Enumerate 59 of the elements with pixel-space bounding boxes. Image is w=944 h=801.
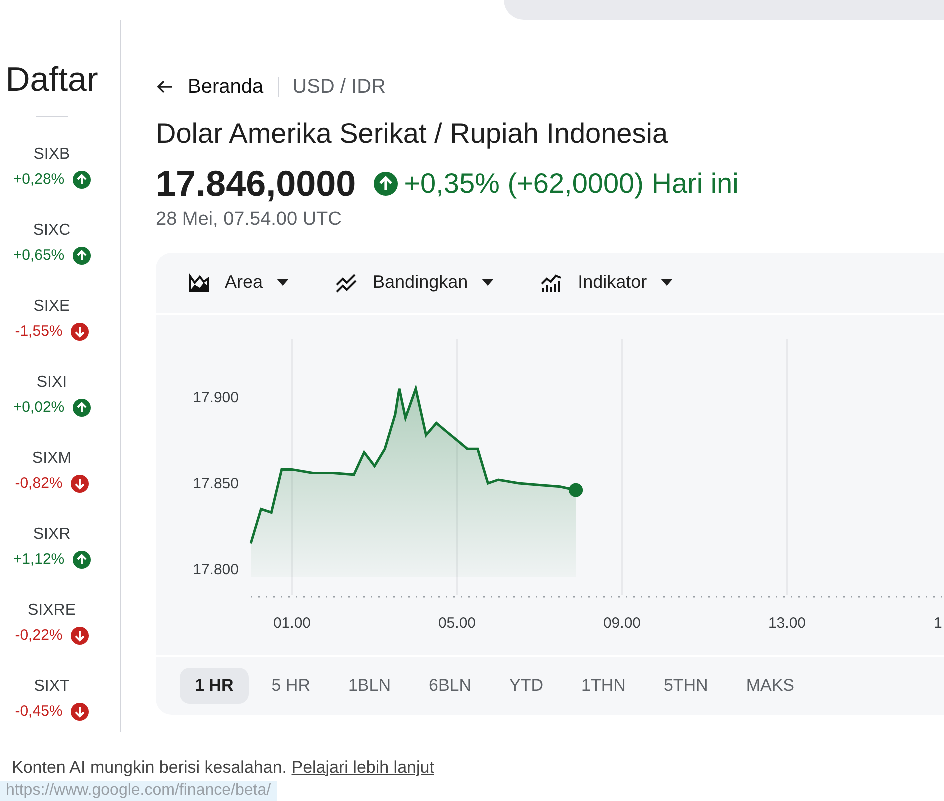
y-axis-label: 17.900 — [193, 388, 239, 406]
breadcrumb-current: USD / IDR — [292, 75, 386, 100]
range-tab[interactable]: 1 HR — [180, 668, 249, 704]
change-percent: +0,28% — [13, 171, 65, 189]
toolbar-dropdown[interactable]: Area — [187, 269, 290, 296]
y-axis-label: 17.850 — [193, 474, 239, 492]
timestamp: 28 Mei, 07.54.00 UTC — [156, 208, 343, 232]
x-axis-label: 13.00 — [768, 614, 806, 632]
range-tab[interactable]: 1THN — [566, 668, 641, 704]
watchlist-item[interactable]: SIXC +0,65% — [13, 221, 91, 265]
ticker-symbol: SIXC — [33, 221, 71, 241]
current-price: 17.846,0000 — [156, 164, 356, 204]
sidebar-title: Daftar — [6, 62, 100, 98]
ticker-symbol: SIXRE — [28, 601, 76, 621]
status-url-tooltip: https://www.google.com/finance/beta/ — [0, 781, 278, 801]
ticker-symbol: SIXT — [34, 677, 70, 697]
caret-icon — [661, 279, 674, 286]
watchlist-item[interactable]: SIXB +0,28% — [13, 145, 91, 189]
change-percent: -1,55% — [15, 323, 63, 341]
change-percent: +0,65% — [13, 247, 65, 265]
page-title: Dolar Amerika Serikat / Rupiah Indonesia — [156, 117, 670, 151]
range-tab[interactable]: 5THN — [648, 668, 724, 704]
learn-more-link[interactable]: Pelajari lebih lanjut — [292, 758, 434, 777]
toolbar-dropdown[interactable]: Bandingkan — [335, 269, 494, 296]
watchlist-item[interactable]: SIXE -1,55% — [13, 297, 91, 341]
change-percent: +0,02% — [13, 399, 65, 417]
ticker-symbol: SIXB — [34, 145, 70, 165]
toolbar-dropdown[interactable]: Indikator — [540, 269, 674, 296]
ticker-symbol: SIXE — [34, 297, 70, 317]
watchlist-item[interactable]: SIXRE -0,22% — [13, 601, 91, 645]
watchlist-item[interactable]: SIXR +1,12% — [13, 525, 91, 569]
caret-icon — [482, 279, 494, 286]
caret-icon — [277, 279, 290, 286]
current-price-dot — [569, 482, 584, 497]
price-change: +0,35% (+62,0000) Hari ini — [404, 167, 739, 201]
ticker-symbol: SIXI — [36, 373, 68, 393]
ticker-symbol: SIXR — [33, 525, 71, 545]
range-tab[interactable]: 5 HR — [256, 668, 326, 704]
x-axis-label: 1 — [934, 614, 942, 632]
back-arrow-icon[interactable] — [156, 78, 174, 96]
area-chart-icon — [187, 270, 211, 294]
range-tab[interactable]: YTD — [494, 668, 559, 704]
disclaimer: Konten AI mungkin berisi kesalahan. Pelajari lebih lanjut — [12, 758, 434, 778]
change-percent: -0,82% — [15, 475, 63, 493]
change-percent: -0,22% — [15, 627, 63, 645]
x-axis-label: 05.00 — [438, 614, 476, 632]
range-tab[interactable]: 6BLN — [414, 668, 487, 704]
y-axis-label: 17.800 — [193, 560, 239, 578]
watchlist-item[interactable]: SIXI +0,02% — [13, 373, 91, 417]
range-tab[interactable]: MAKS — [731, 668, 810, 704]
breadcrumb-link[interactable]: Beranda — [188, 72, 264, 102]
range-tab[interactable]: 1BLN — [333, 668, 406, 704]
ticker-symbol: SIXM — [32, 449, 72, 469]
watchlist-item[interactable]: SIXT -0,45% — [13, 677, 91, 721]
x-axis-label: 09.00 — [603, 614, 642, 632]
change-percent: -0,45% — [15, 703, 63, 721]
x-axis-label: 01.00 — [273, 614, 312, 632]
change-percent: +1,12% — [13, 551, 65, 569]
watchlist-item[interactable]: SIXM -0,82% — [13, 449, 91, 493]
